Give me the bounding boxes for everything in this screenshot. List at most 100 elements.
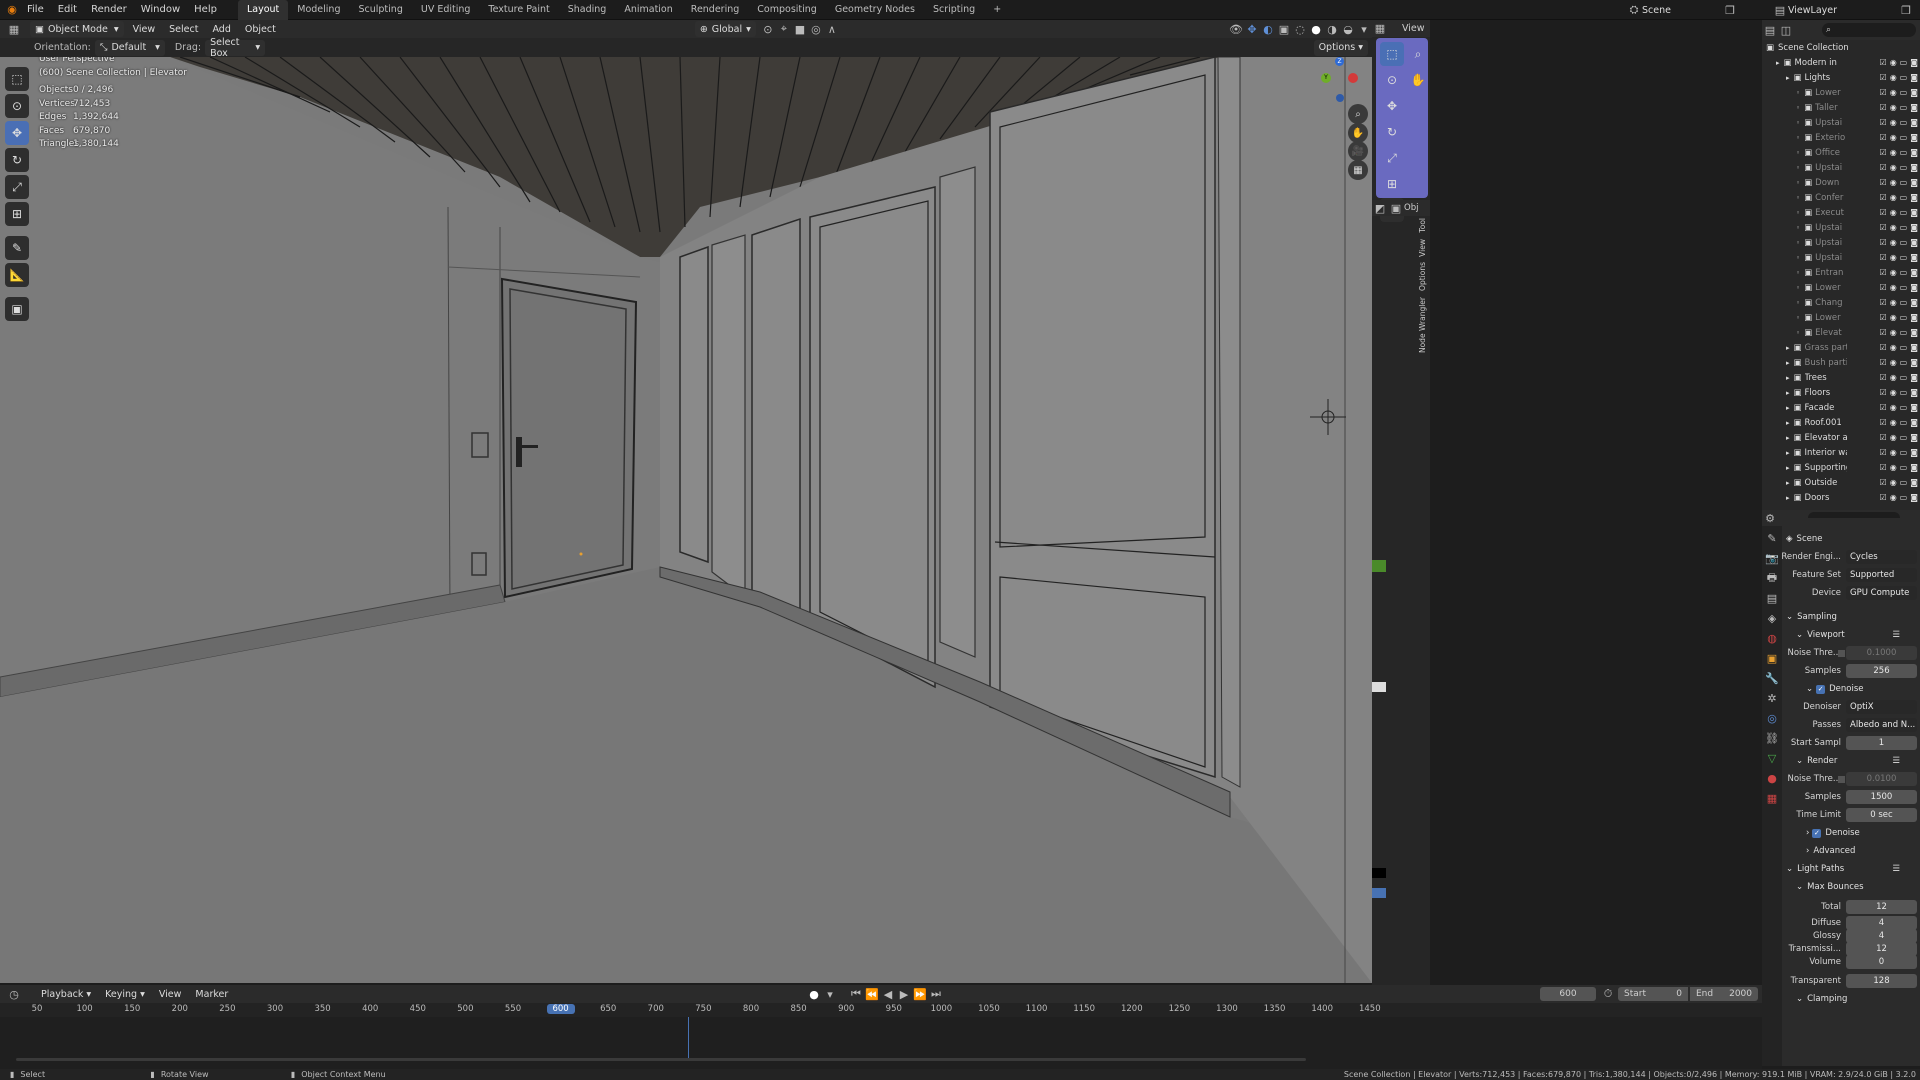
camera-icon[interactable]: ◙ <box>1910 283 1918 292</box>
play-icon[interactable]: ▶ <box>896 986 912 1002</box>
eye-icon[interactable]: ◉ <box>1890 178 1897 187</box>
menu-view[interactable]: View <box>128 21 161 37</box>
camera-icon[interactable]: ◙ <box>1910 268 1918 277</box>
eye-icon[interactable]: ◉ <box>1890 418 1897 427</box>
menu-render[interactable]: Render <box>84 0 134 20</box>
eye-icon[interactable]: ◉ <box>1890 388 1897 397</box>
modifier-tab-icon[interactable]: 🔧 <box>1764 670 1780 686</box>
advanced-header[interactable]: › Advanced <box>1782 842 1920 860</box>
camera-icon[interactable]: ◙ <box>1910 88 1918 97</box>
pivot-point-icon[interactable]: ⊙ <box>760 21 776 37</box>
outliner-item[interactable]: ▸ ▣ Facade ☑ ◉ ▭ ◙ <box>1762 400 1920 415</box>
vp-samples-field[interactable]: 256 <box>1846 664 1917 678</box>
screen-icon[interactable]: ▭ <box>1900 58 1908 67</box>
outliner-root[interactable]: ▣ Scene Collection <box>1762 40 1920 55</box>
camera-icon[interactable]: ◙ <box>1910 373 1918 382</box>
screen-icon[interactable]: ▭ <box>1900 133 1908 142</box>
new-scene-icon[interactable]: ❐ <box>1722 2 1738 18</box>
editor-type-icon[interactable]: ▦ <box>6 21 22 37</box>
camera-icon[interactable]: ◙ <box>1910 223 1918 232</box>
world-tab-icon[interactable]: ◍ <box>1764 630 1780 646</box>
checkbox-icon[interactable]: ☑ <box>1880 418 1887 427</box>
options-dropdown[interactable]: Options ▾ <box>1313 39 1368 56</box>
object-icon[interactable]: ◩ <box>1372 200 1388 216</box>
eye-icon[interactable]: ◉ <box>1890 478 1897 487</box>
screen-icon[interactable]: ▭ <box>1900 88 1908 97</box>
camera-icon[interactable]: ◙ <box>1910 478 1918 487</box>
end-frame-field[interactable]: End 2000 <box>1690 987 1758 1001</box>
eye-icon[interactable]: ◉ <box>1890 103 1897 112</box>
bounce-glossy-field[interactable]: 4 <box>1846 928 1917 943</box>
transform-orientation-dropdown[interactable]: ⊕ Global ▾ <box>694 21 756 37</box>
bounce-diffuse-field[interactable]: 4 <box>1846 915 1917 930</box>
expand-arrow-icon[interactable]: ▸ <box>1786 389 1790 397</box>
screen-icon[interactable]: ▭ <box>1900 343 1908 352</box>
expand-arrow-icon[interactable]: ▸ <box>1786 434 1790 442</box>
outliner-item[interactable]: ▸ ▣ Elevator ar ☑ ◉ ▭ ◙ <box>1762 430 1920 445</box>
rotate-icon[interactable]: ↻ <box>5 148 29 172</box>
outliner-search-input[interactable]: ⌕ <box>1822 23 1916 37</box>
checkbox-icon[interactable]: ☑ <box>1880 448 1887 457</box>
screen-icon[interactable]: ▭ <box>1900 253 1908 262</box>
texture-tab-icon[interactable]: ▦ <box>1764 790 1780 806</box>
screen-icon[interactable]: ▭ <box>1900 328 1908 337</box>
overlays-icon[interactable]: ◐ <box>1260 21 1276 37</box>
editor-type-icon[interactable]: ◷ <box>6 986 22 1002</box>
outliner-item[interactable]: ▸ ▣ Doors ☑ ◉ ▭ ◙ <box>1762 490 1920 505</box>
screen-icon[interactable]: ▭ <box>1900 313 1908 322</box>
camera-icon[interactable]: ◙ <box>1910 193 1918 202</box>
menu-view[interactable]: View <box>154 986 187 1002</box>
expand-arrow-icon[interactable]: ▸ <box>1786 479 1790 487</box>
new-view-layer-icon[interactable]: ❐ <box>1898 2 1914 18</box>
scene-tab-icon[interactable]: ◈ <box>1764 610 1780 626</box>
checkbox-icon[interactable]: ☑ <box>1880 58 1887 67</box>
object-icon[interactable]: ◦ <box>1796 239 1800 247</box>
object-icon[interactable]: ◦ <box>1796 149 1800 157</box>
current-frame-field[interactable]: 600 <box>1540 987 1596 1001</box>
proportional-edit-icon[interactable]: ◎ <box>808 21 824 37</box>
tab-options[interactable]: Options <box>1418 262 1427 291</box>
camera-icon[interactable]: ◙ <box>1910 118 1918 127</box>
screen-icon[interactable]: ▭ <box>1900 73 1908 82</box>
list-icon[interactable]: ☰ <box>1892 630 1900 640</box>
view-layer-tab-icon[interactable]: ▤ <box>1764 590 1780 606</box>
camera-icon[interactable]: ◙ <box>1910 103 1918 112</box>
light-paths-header[interactable]: ⌄ Light Paths ☰ <box>1782 860 1920 878</box>
vp-noise-field[interactable]: 0.1000 <box>1846 646 1917 660</box>
list-icon[interactable]: ☰ <box>1892 756 1900 766</box>
solid-shading-icon[interactable]: ● <box>1308 21 1324 37</box>
eye-icon[interactable]: ◉ <box>1890 343 1897 352</box>
tab-tool[interactable]: Tool <box>1418 218 1427 233</box>
checkbox-icon[interactable]: ☑ <box>1880 223 1887 232</box>
object-icon[interactable]: ◦ <box>1796 329 1800 337</box>
outliner-item[interactable]: ◦ ▣ Lower ☑ ◉ ▭ ◙ <box>1762 85 1920 100</box>
editor-type-icon[interactable]: ▦ <box>1372 21 1388 37</box>
noise-checkbox[interactable] <box>1838 775 1845 783</box>
tab-modeling[interactable]: Modeling <box>288 0 349 20</box>
start-frame-field[interactable]: Start 0 <box>1618 987 1688 1001</box>
screen-icon[interactable]: ▭ <box>1900 208 1908 217</box>
eye-icon[interactable]: ◉ <box>1890 223 1897 232</box>
screen-icon[interactable]: ▭ <box>1900 388 1908 397</box>
display-mode-icon[interactable]: ◫ <box>1778 22 1794 38</box>
outliner-item[interactable]: ▸ ▣ Outside ☑ ◉ ▭ ◙ <box>1762 475 1920 490</box>
record-icon[interactable]: ● <box>806 986 822 1002</box>
start-sample-field[interactable]: 1 <box>1846 736 1917 750</box>
menu-add[interactable]: Add <box>207 21 235 37</box>
checkbox-icon[interactable]: ☑ <box>1880 478 1887 487</box>
expand-arrow-icon[interactable]: ▸ <box>1786 344 1790 352</box>
checkbox-icon[interactable]: ☑ <box>1880 253 1887 262</box>
add-workspace-icon[interactable]: + <box>984 0 1010 20</box>
time-limit-field[interactable]: 0 sec <box>1846 808 1917 822</box>
3d-viewport[interactable]: User Perspective (600) Scene Collection … <box>0 57 1372 983</box>
tab-node-wrangler[interactable]: Node Wrangler <box>1418 297 1427 353</box>
camera-icon[interactable]: ◙ <box>1910 253 1918 262</box>
hand-icon[interactable]: ✋ <box>1406 68 1430 92</box>
r-samples-field[interactable]: 1500 <box>1846 790 1917 804</box>
snap-target-icon[interactable]: ■ <box>792 21 808 37</box>
object-icon[interactable]: ◦ <box>1796 209 1800 217</box>
camera-icon[interactable]: ◙ <box>1910 238 1918 247</box>
object-tab-icon[interactable]: ▣ <box>1764 650 1780 666</box>
checkbox-icon[interactable]: ☑ <box>1880 88 1887 97</box>
output-tab-icon[interactable]: 🖶 <box>1764 570 1780 586</box>
